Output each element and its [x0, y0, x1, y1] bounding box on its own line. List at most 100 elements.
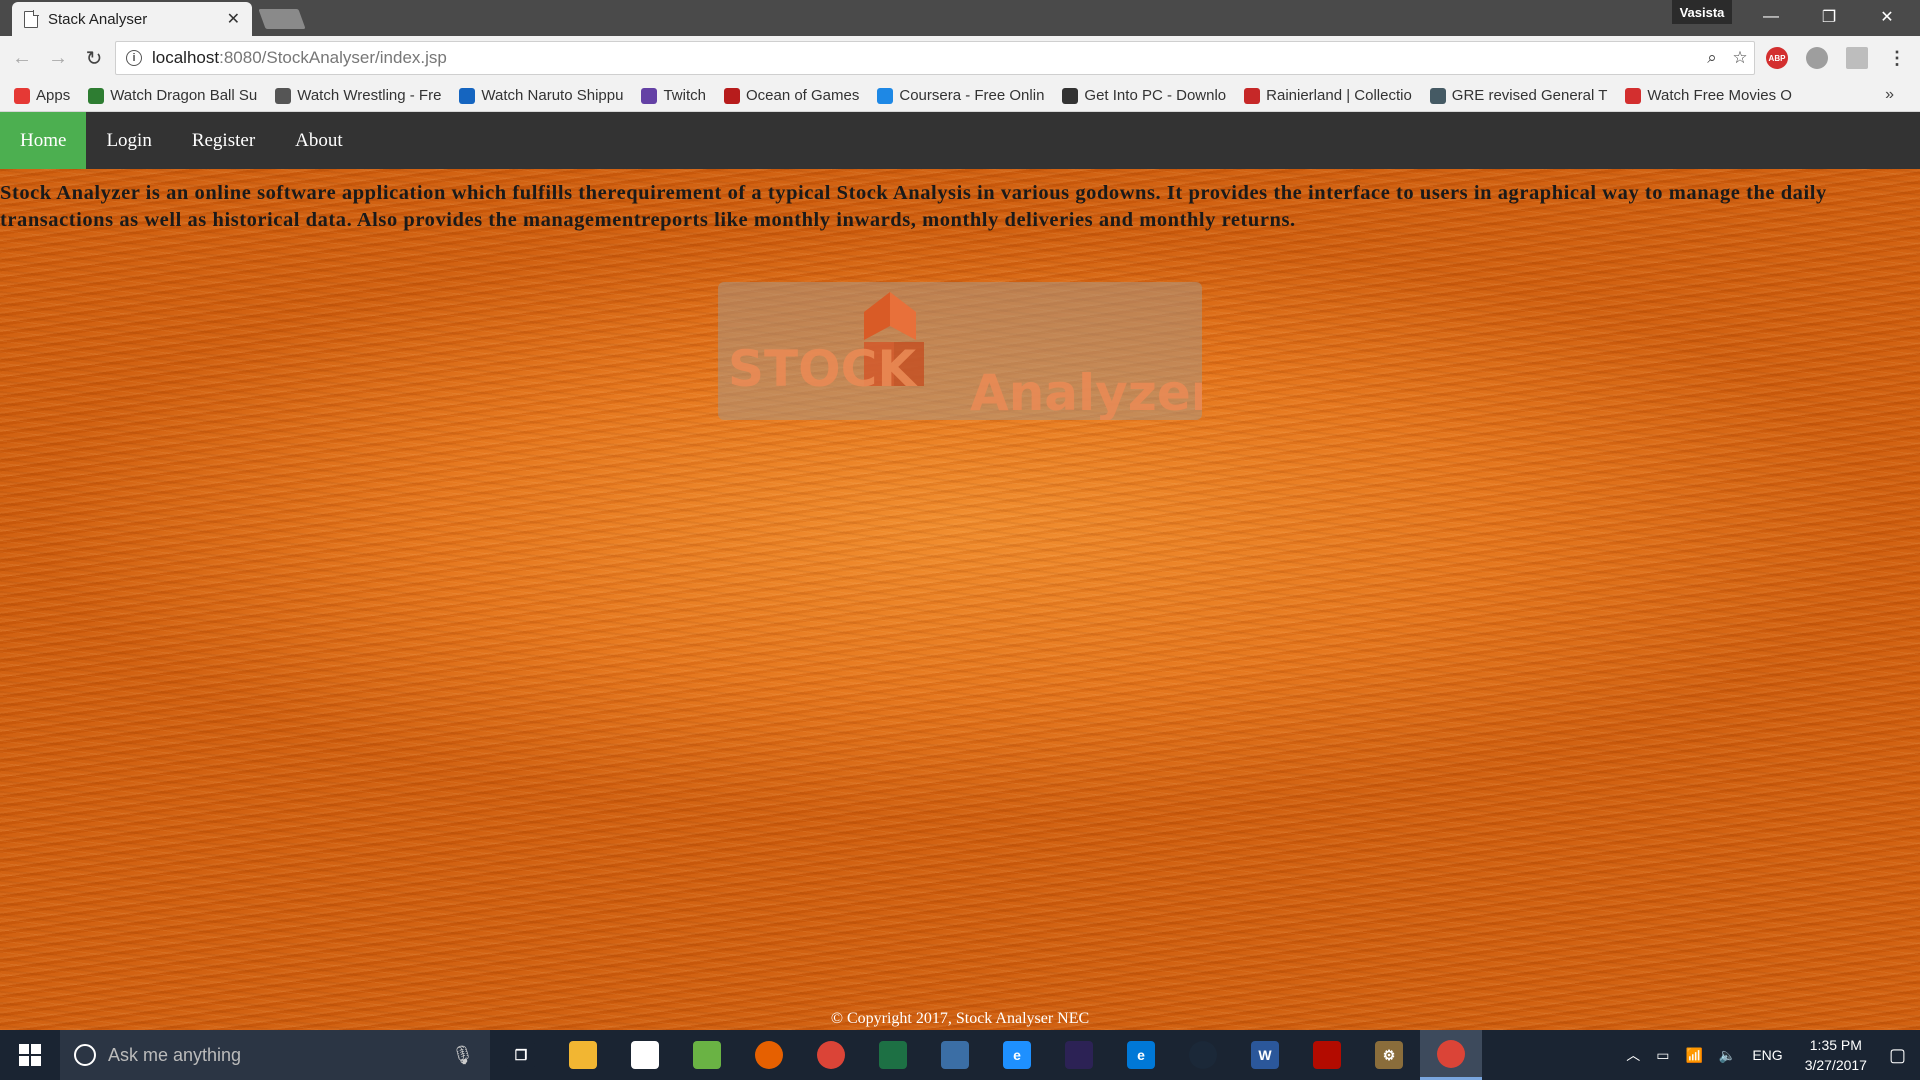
clock-time: 1:35 PM — [1809, 1037, 1862, 1053]
url-text[interactable]: localhost:8080/StockAnalyser/index.jsp — [152, 48, 1698, 68]
bookmark-item[interactable]: GRE revised General T — [1429, 87, 1608, 104]
bookmark-item[interactable]: Watch Wrestling - Fre — [275, 87, 441, 104]
start-button[interactable] — [0, 1030, 60, 1080]
taskbar-app[interactable] — [1296, 1030, 1358, 1080]
logo-word-analyzer: Analyzer — [970, 364, 1202, 420]
bookmark-item[interactable]: Twitch — [641, 87, 706, 104]
web-page: Home Login Register About Stock Analyzer… — [0, 112, 1920, 1030]
system-tray: ︿ ▭ 📶 🔈 ENG 1:35 PM 3/27/2017 ▢ — [1618, 1030, 1920, 1080]
taskbar-app[interactable] — [1048, 1030, 1110, 1080]
steam-icon — [1189, 1041, 1217, 1069]
bookmark-label: GRE revised General T — [1451, 87, 1608, 104]
cortana-search-box[interactable]: Ask me anything 🎙 — [60, 1030, 490, 1080]
taskbar-app[interactable]: e — [986, 1030, 1048, 1080]
stock-analyzer-logo: STOCK Analyzer — [718, 282, 1202, 420]
bookmark-item[interactable]: Watch Free Movies O — [1625, 87, 1792, 104]
site-info-icon[interactable]: i — [126, 50, 142, 66]
gamepad-icon — [723, 87, 740, 104]
site-navbar: Home Login Register About — [0, 112, 1920, 169]
browser-toolbar: ← → ↻ i localhost:8080/StockAnalyser/ind… — [0, 36, 1920, 80]
tab-close-icon[interactable]: ✕ — [227, 9, 240, 29]
twitch-icon — [641, 87, 658, 104]
pinned-apps: ❐ e e W ⚙ — [490, 1030, 1482, 1080]
taskbar-app[interactable] — [738, 1030, 800, 1080]
windows-taskbar: Ask me anything 🎙 ❐ e e W ⚙ ︿ ▭ 📶 🔈 ENG 1:35… — [0, 1030, 1920, 1080]
taskbar-app[interactable]: ❐ — [490, 1030, 552, 1080]
restore-button[interactable]: ❐ — [1800, 0, 1858, 34]
bookmark-item[interactable]: Apps — [14, 87, 70, 104]
chrome-active-icon — [1437, 1039, 1465, 1068]
bookmark-label: Get Into PC - Downlo — [1084, 87, 1227, 104]
bookmark-item[interactable]: Watch Dragon Ball Su — [88, 87, 257, 104]
volume-icon[interactable]: 🔈 — [1719, 1047, 1736, 1064]
close-window-button[interactable]: ✕ — [1858, 0, 1916, 34]
nav-about[interactable]: About — [275, 112, 363, 169]
network-icon[interactable]: 📶 — [1685, 1047, 1702, 1064]
bookmarks-overflow-icon[interactable]: » — [1885, 86, 1894, 104]
action-center-icon[interactable]: ▢ — [1889, 1045, 1906, 1066]
taskbar-app[interactable] — [552, 1030, 614, 1080]
zoom-icon[interactable]: ⌕ — [1698, 48, 1726, 68]
internet-explorer-icon: e — [1003, 1041, 1031, 1069]
taskbar-app[interactable] — [614, 1030, 676, 1080]
microphone-icon[interactable]: 🎙 — [451, 1045, 474, 1066]
chrome-icon — [817, 1041, 845, 1069]
bookmark-star-icon[interactable]: ☆ — [1726, 48, 1754, 68]
language-indicator[interactable]: ENG — [1752, 1047, 1782, 1063]
forward-button[interactable]: → — [44, 44, 72, 72]
clock-date: 3/27/2017 — [1804, 1057, 1867, 1073]
taskbar-app[interactable]: e — [1110, 1030, 1172, 1080]
reload-button[interactable]: ↻ — [80, 44, 108, 72]
taskbar-app[interactable] — [1172, 1030, 1234, 1080]
android-studio-icon — [693, 1041, 721, 1069]
bookmark-label: Watch Wrestling - Fre — [297, 87, 442, 104]
battery-icon[interactable]: ▭ — [1656, 1047, 1669, 1064]
apps-icon — [14, 87, 30, 104]
bookmark-item[interactable]: Watch Naruto Shippu — [459, 87, 623, 104]
excel-icon — [879, 1041, 907, 1069]
show-hidden-icons-icon[interactable]: ︿ — [1626, 1045, 1640, 1065]
logo-word-stock: STOCK — [728, 340, 918, 398]
taskbar-app[interactable] — [862, 1030, 924, 1080]
bookmark-item[interactable]: Ocean of Games — [723, 87, 860, 104]
bookmark-item[interactable]: Get Into PC - Downlo — [1062, 87, 1226, 104]
taskbar-app[interactable] — [1420, 1030, 1482, 1080]
intro-text: Stock Analyzer is an online software app… — [0, 182, 1827, 231]
bookmark-label: Apps — [36, 87, 71, 104]
firefox-icon — [755, 1041, 783, 1069]
adblock-extension-icon[interactable]: ABP — [1766, 47, 1788, 69]
bookmark-item[interactable]: Rainierland | Collectio — [1244, 87, 1412, 104]
edge-icon: e — [1127, 1041, 1155, 1069]
bookmark-label: Ocean of Games — [745, 87, 860, 104]
bookmark-label: Coursera - Free Onlin — [899, 87, 1045, 104]
chrome-menu-icon[interactable]: ⋮ — [1886, 47, 1908, 69]
ets-icon — [1429, 87, 1446, 104]
taskbar-app[interactable] — [924, 1030, 986, 1080]
taskbar-app[interactable] — [800, 1030, 862, 1080]
taskbar-app[interactable] — [676, 1030, 738, 1080]
new-tab-button[interactable] — [258, 9, 306, 29]
bookmark-label: Twitch — [663, 87, 706, 104]
taskbar-app[interactable]: ⚙ — [1358, 1030, 1420, 1080]
naruto-icon — [459, 87, 476, 104]
clock[interactable]: 1:35 PM 3/27/2017 — [1805, 1035, 1867, 1075]
back-button[interactable]: ← — [8, 44, 36, 72]
nav-register[interactable]: Register — [172, 112, 275, 169]
word-icon: W — [1251, 1041, 1279, 1069]
file-explorer-icon — [569, 1041, 597, 1069]
wordpress-icon — [275, 87, 292, 104]
nav-login[interactable]: Login — [86, 112, 171, 169]
profile-button[interactable]: Vasista — [1672, 0, 1732, 24]
browser-tab-active[interactable]: Stack Analyser ✕ — [12, 2, 252, 36]
bookmark-item[interactable]: Coursera - Free Onlin — [877, 87, 1044, 104]
extension-globe-icon[interactable] — [1806, 47, 1828, 69]
minimize-button[interactable]: — — [1742, 0, 1800, 34]
getintopc-icon — [1062, 87, 1079, 104]
extension-pdf-icon[interactable] — [1846, 47, 1868, 69]
bookmark-label: Watch Dragon Ball Su — [110, 87, 258, 104]
address-bar[interactable]: i localhost:8080/StockAnalyser/index.jsp… — [115, 41, 1755, 75]
nav-home[interactable]: Home — [0, 112, 87, 169]
taskbar-app[interactable]: W — [1234, 1030, 1296, 1080]
url-host: localhost — [152, 48, 220, 67]
url-path: :8080/StockAnalyser/index.jsp — [219, 48, 447, 67]
